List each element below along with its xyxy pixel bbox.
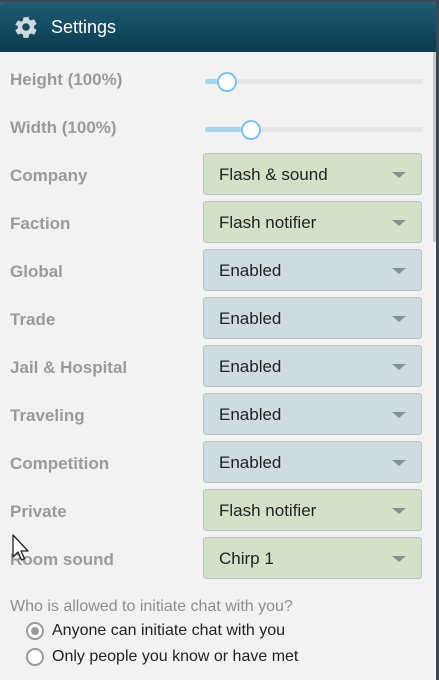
settings-title: Settings <box>51 16 117 37</box>
room-sound-row: Room sound Chirp 1 <box>0 536 436 584</box>
scrollbar[interactable] <box>433 52 436 242</box>
private-row: Private Flash notifier <box>0 488 436 536</box>
radio-button[interactable] <box>26 622 44 640</box>
competition-label: Competition <box>10 454 110 473</box>
select-value: Chirp 1 <box>219 549 274 568</box>
slider-track <box>205 79 423 84</box>
select-value: Flash notifier <box>219 501 317 520</box>
traveling-select[interactable]: Enabled <box>203 393 422 435</box>
global-select[interactable]: Enabled <box>203 249 422 291</box>
private-label: Private <box>10 502 67 521</box>
slider-thumb[interactable] <box>216 72 237 92</box>
select-value: Enabled <box>219 453 282 472</box>
width-row: Width (100%) <box>0 104 436 152</box>
height-label: Height (100%) <box>10 70 123 89</box>
private-select[interactable]: Flash notifier <box>203 489 422 531</box>
room-sound-select[interactable]: Chirp 1 <box>203 537 422 579</box>
trade-row: Trade Enabled <box>0 296 436 344</box>
gear-icon[interactable] <box>13 14 39 40</box>
competition-row: Competition Enabled <box>0 440 436 488</box>
settings-panel: Settings Height (100%) Width (100%) Comp… <box>0 2 436 680</box>
select-value: Flash notifier <box>219 213 317 232</box>
width-slider[interactable] <box>205 120 423 140</box>
chevron-down-icon <box>392 316 406 322</box>
trade-label: Trade <box>10 310 56 329</box>
chevron-down-icon <box>392 172 406 178</box>
mouse-cursor-icon <box>12 534 29 561</box>
jail-hospital-select[interactable]: Enabled <box>203 345 422 387</box>
global-label: Global <box>10 262 63 281</box>
faction-label: Faction <box>10 214 71 233</box>
chevron-down-icon <box>392 460 406 466</box>
company-select[interactable]: Flash & sound <box>203 153 422 195</box>
chevron-down-icon <box>392 220 406 226</box>
faction-row: Faction Flash notifier <box>0 200 436 248</box>
radio-button[interactable] <box>26 648 44 666</box>
radio-label: Only people you know or have met <box>52 648 299 665</box>
width-label: Width (100%) <box>10 118 117 137</box>
traveling-row: Traveling Enabled <box>0 392 436 440</box>
select-value: Enabled <box>219 309 282 328</box>
chat-permission-question: Who is allowed to initiate chat with you… <box>10 598 293 615</box>
select-value: Enabled <box>219 261 282 280</box>
radio-known-people[interactable]: Only people you know or have met <box>26 648 298 666</box>
competition-select[interactable]: Enabled <box>203 441 422 483</box>
chevron-down-icon <box>392 412 406 418</box>
chevron-down-icon <box>392 268 406 274</box>
radio-label: Anyone can initiate chat with you <box>52 622 286 639</box>
chevron-down-icon <box>392 556 406 562</box>
chevron-down-icon <box>392 364 406 370</box>
select-value: Enabled <box>219 357 282 376</box>
chevron-down-icon <box>392 508 406 514</box>
select-value: Enabled <box>219 405 282 424</box>
settings-header: Settings <box>0 2 436 52</box>
traveling-label: Traveling <box>10 406 85 425</box>
jail-hospital-label: Jail & Hospital <box>10 358 128 377</box>
faction-select[interactable]: Flash notifier <box>203 201 422 243</box>
height-row: Height (100%) <box>0 56 436 104</box>
height-slider[interactable] <box>205 72 423 92</box>
trade-select[interactable]: Enabled <box>203 297 422 339</box>
company-label: Company <box>10 166 88 185</box>
jail-hospital-row: Jail & Hospital Enabled <box>0 344 436 392</box>
company-row: Company Flash & sound <box>0 152 436 200</box>
slider-thumb[interactable] <box>240 120 261 140</box>
select-value: Flash & sound <box>219 165 328 184</box>
global-row: Global Enabled <box>0 248 436 296</box>
radio-anyone[interactable]: Anyone can initiate chat with you <box>26 622 285 640</box>
